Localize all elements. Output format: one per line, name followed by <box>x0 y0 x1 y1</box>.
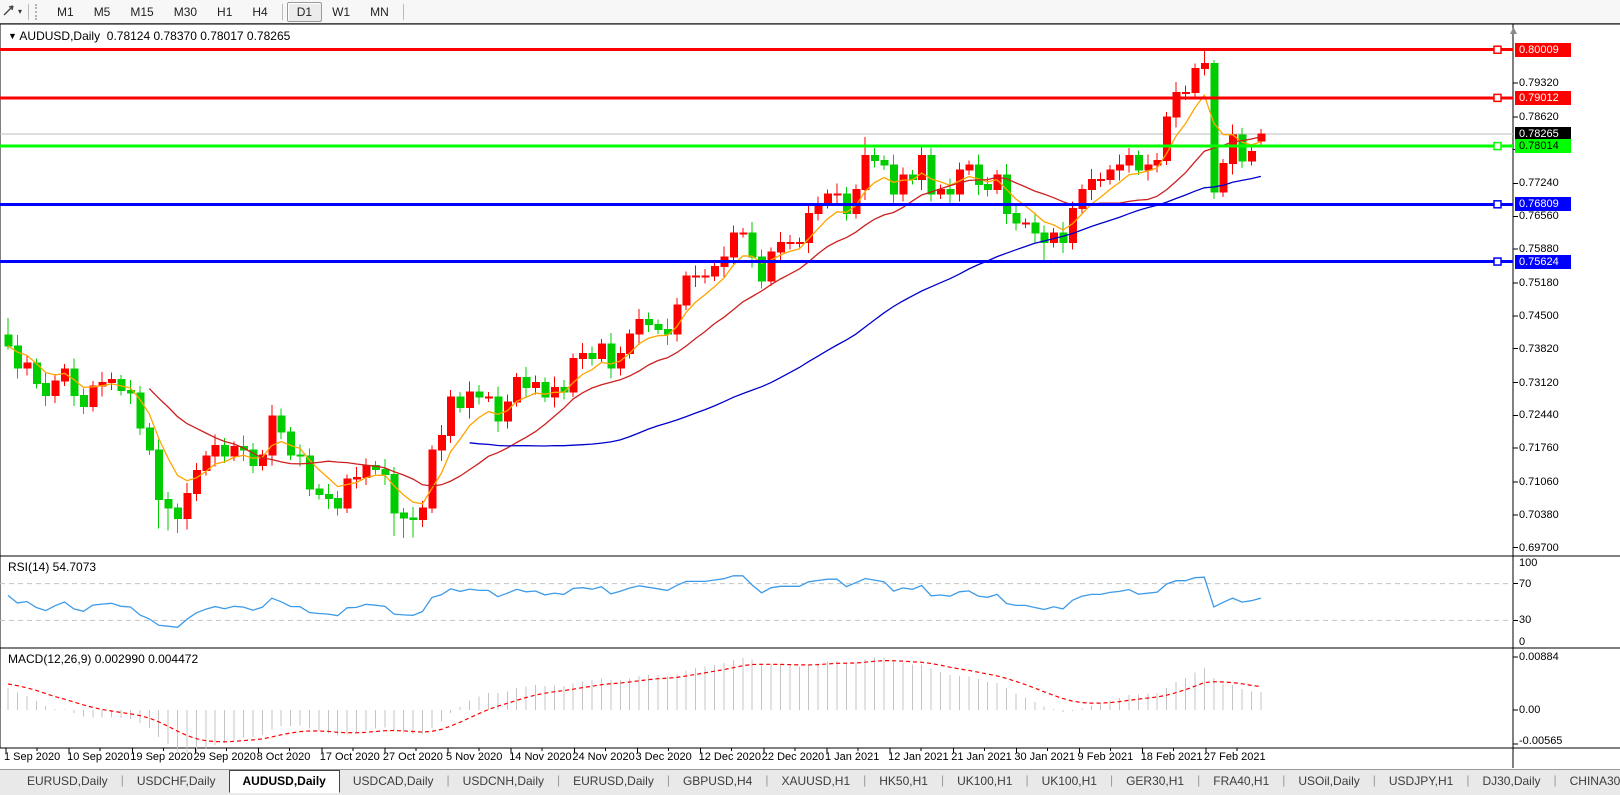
price-axis-tick-label: 0.73820 <box>1519 343 1559 355</box>
price-axis-tick-label: 0.70380 <box>1519 509 1559 521</box>
price-axis-tick-label: 0.72440 <box>1519 409 1559 421</box>
date-axis-label: 17 Oct 2020 <box>320 751 380 763</box>
chart-tab-audusd-daily[interactable]: AUDUSD,Daily <box>229 770 340 793</box>
date-axis-label: 10 Sep 2020 <box>67 751 129 763</box>
level-line-handle <box>1494 258 1501 265</box>
date-axis-label: 8 Oct 2020 <box>257 751 311 763</box>
macd-axis-tick-label: -0.00565 <box>1519 735 1562 747</box>
price-axis-tick-label: 0.75180 <box>1519 277 1559 289</box>
autoscroll-marker <box>1510 27 1517 34</box>
candlestick-series <box>5 50 1265 538</box>
chart-canvas[interactable] <box>0 0 1620 795</box>
level-line-handle <box>1494 201 1501 208</box>
price-axis-badge: 0.78014 <box>1515 139 1571 153</box>
chart-ohlc-values: 0.78124 0.78370 0.78017 0.78265 <box>107 29 291 43</box>
moving-average-6 <box>8 95 1261 504</box>
chart-tab-china300-h1[interactable]: CHINA300,H1 <box>1557 771 1620 792</box>
price-axis-tick-label: 0.71060 <box>1519 476 1559 488</box>
price-axis-tick-label: 0.77240 <box>1519 177 1559 189</box>
date-axis-label: 21 Jan 2021 <box>951 751 1012 763</box>
chart-tab-usdcnh-daily[interactable]: USDCNH,Daily <box>450 771 557 792</box>
macd-indicator-label: MACD(12,26,9) 0.002990 0.004472 <box>8 652 198 666</box>
price-axis-badge: 0.75624 <box>1515 255 1571 269</box>
rsi-axis-tick-label: 0 <box>1519 636 1525 648</box>
date-axis-label: 24 Nov 2020 <box>572 751 634 763</box>
price-axis-tick-label: 0.78620 <box>1519 111 1559 123</box>
date-axis-label: 27 Feb 2021 <box>1204 751 1266 763</box>
date-axis-label: 19 Sep 2020 <box>130 751 192 763</box>
price-axis-tick-label: 0.76560 <box>1519 210 1559 222</box>
date-axis-label: 22 Dec 2020 <box>762 751 824 763</box>
macd-axis-tick-label: 0.00 <box>1519 704 1540 716</box>
chart-tab-usoil-daily[interactable]: USOil,Daily <box>1285 771 1372 792</box>
date-axis-label: 5 Nov 2020 <box>446 751 502 763</box>
price-axis-tick-label: 0.73120 <box>1519 377 1559 389</box>
chart-tab-hk50-h1[interactable]: HK50,H1 <box>866 771 941 792</box>
price-axis-badge: 0.80009 <box>1515 43 1571 57</box>
chart-tab-usdcad-daily[interactable]: USDCAD,Daily <box>340 771 447 792</box>
price-axis-tick-label: 0.75880 <box>1519 243 1559 255</box>
price-axis-tick-label: 0.69700 <box>1519 542 1559 554</box>
trading-terminal-window: ▾ M1M5M15M30H1H4D1W1MN ▼ AUDUSD,Daily 0.… <box>0 0 1620 795</box>
chart-tab-eurusd-daily[interactable]: EURUSD,Daily <box>14 771 121 792</box>
date-axis-label: 1 Jan 2021 <box>825 751 879 763</box>
price-axis-badge: 0.76809 <box>1515 197 1571 211</box>
chart-title: ▼ AUDUSD,Daily 0.78124 0.78370 0.78017 0… <box>8 29 290 43</box>
chart-tab-bar: EURUSD,Daily|USDCHF,DailyAUDUSD,DailyUSD… <box>0 769 1620 795</box>
price-axis-tick-label: 0.79320 <box>1519 77 1559 89</box>
chart-tab-ger30-h1[interactable]: GER30,H1 <box>1113 771 1197 792</box>
chart-tab-fra40-h1[interactable]: FRA40,H1 <box>1200 771 1282 792</box>
chart-symbol-label: AUDUSD,Daily <box>19 29 100 43</box>
level-line-handle <box>1494 94 1501 101</box>
date-axis-label: 1 Sep 2020 <box>4 751 60 763</box>
chart-tab-uk100-h1[interactable]: UK100,H1 <box>1029 771 1110 792</box>
chart-tab-xauusd-h1[interactable]: XAUUSD,H1 <box>768 771 863 792</box>
level-line-handle <box>1494 143 1501 150</box>
price-axis-tick-label: 0.74500 <box>1519 310 1559 322</box>
rsi-axis-tick-label: 70 <box>1519 578 1531 590</box>
macd-axis-tick-label: 0.00884 <box>1519 651 1559 663</box>
date-axis-label: 12 Jan 2021 <box>888 751 949 763</box>
date-axis-label: 9 Feb 2021 <box>1078 751 1134 763</box>
chart-tab-usdjpy-h1[interactable]: USDJPY,H1 <box>1376 771 1466 792</box>
chart-tab-dj30-daily[interactable]: DJ30,Daily <box>1469 771 1553 792</box>
date-axis-label: 30 Jan 2021 <box>1014 751 1075 763</box>
date-axis-label: 27 Oct 2020 <box>383 751 443 763</box>
level-line-handle <box>1494 46 1501 53</box>
date-axis-label: 29 Sep 2020 <box>193 751 255 763</box>
chart-tab-eurusd-daily[interactable]: EURUSD,Daily <box>560 771 667 792</box>
price-axis-badge: 0.79012 <box>1515 91 1571 105</box>
date-axis-label: 3 Dec 2020 <box>636 751 692 763</box>
chart-tab-gbpusd-h4[interactable]: GBPUSD,H4 <box>670 771 765 792</box>
date-axis-label: 12 Dec 2020 <box>699 751 761 763</box>
rsi-axis-tick-label: 30 <box>1519 614 1531 626</box>
chart-collapse-icon[interactable]: ▼ <box>8 31 19 41</box>
rsi-axis-tick-label: 100 <box>1519 557 1537 569</box>
moving-average-50 <box>470 176 1261 446</box>
date-axis-label: 14 Nov 2020 <box>509 751 571 763</box>
chart-tab-uk100-h1[interactable]: UK100,H1 <box>944 771 1025 792</box>
date-axis-label: 18 Feb 2021 <box>1141 751 1203 763</box>
price-axis-tick-label: 0.71760 <box>1519 442 1559 454</box>
chart-tab-usdchf-daily[interactable]: USDCHF,Daily <box>124 771 229 792</box>
rsi-indicator-label: RSI(14) 54.7073 <box>8 560 96 574</box>
